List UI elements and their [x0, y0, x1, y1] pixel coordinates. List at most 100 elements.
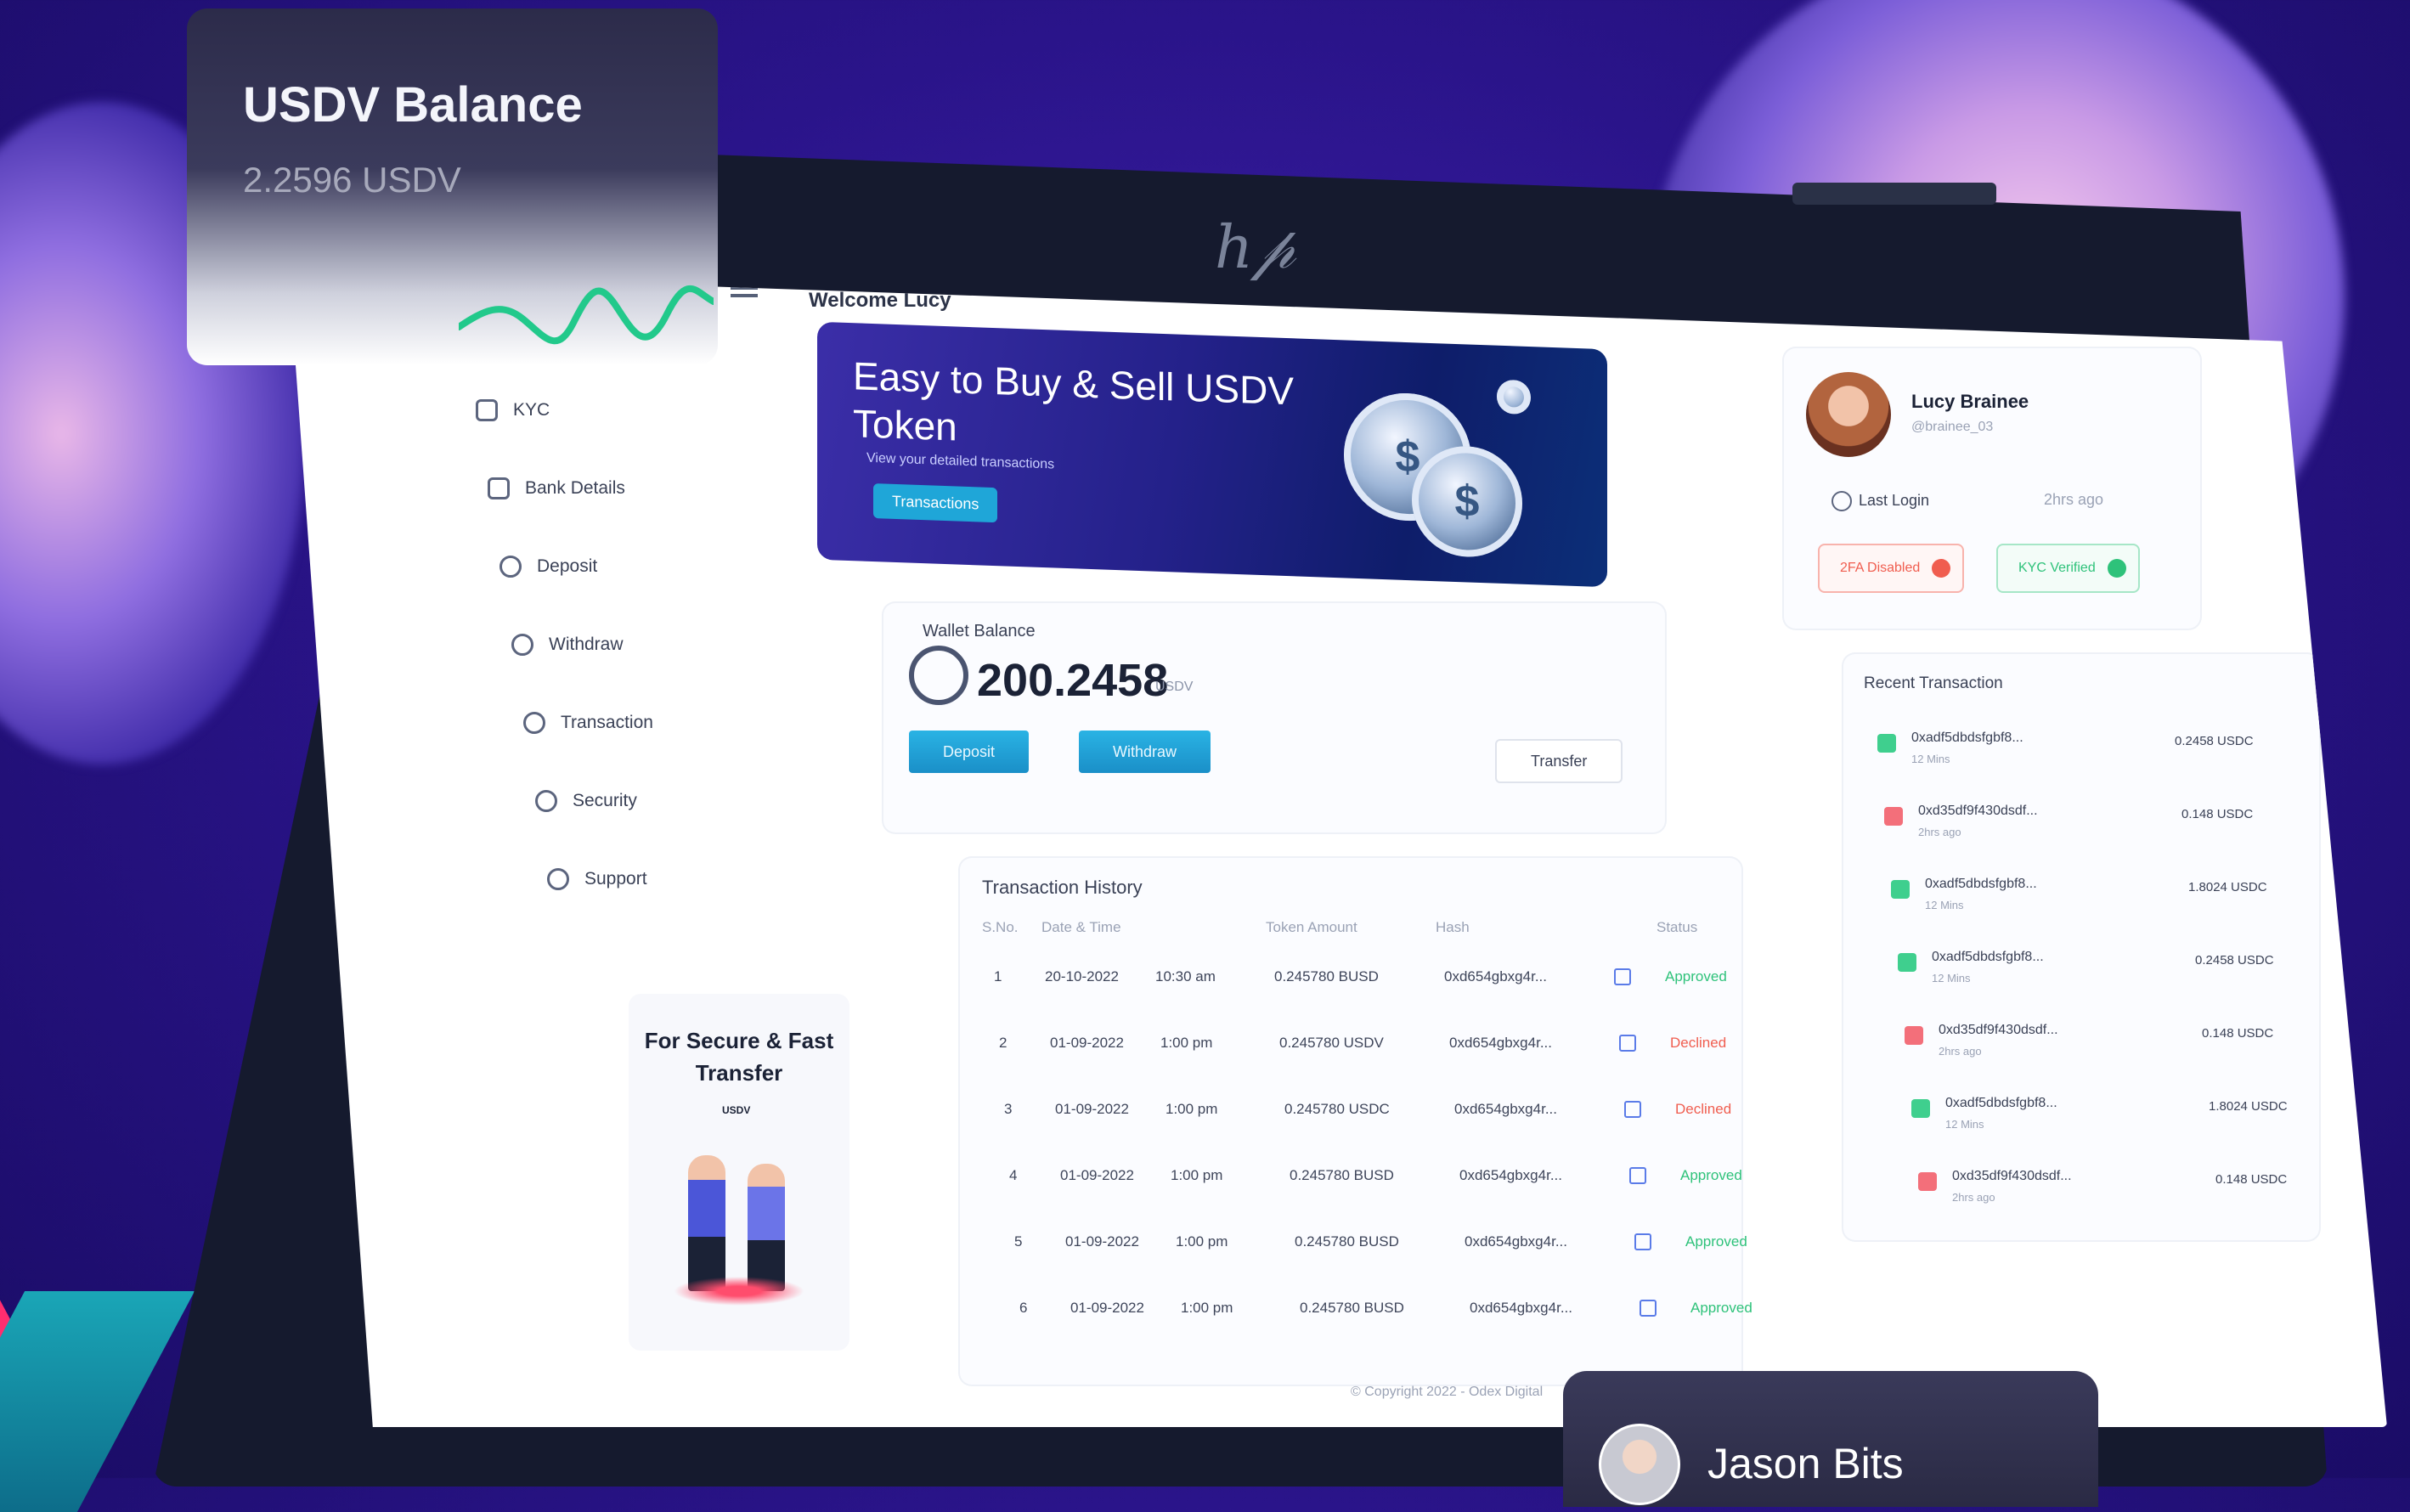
sidebar-item-support[interactable]: Support — [547, 868, 647, 890]
transfer-button[interactable]: Transfer — [1495, 739, 1623, 783]
sidebar-item-bank-details[interactable]: Bank Details — [488, 477, 625, 499]
recent-hash: 0xd35df9f430dsdf... — [1939, 1023, 2058, 1037]
transaction-icon — [523, 712, 545, 734]
user-name: Jason Bits — [1707, 1440, 1904, 1487]
recent-time: 2hrs ago — [1918, 826, 1961, 838]
2fa-status-badge[interactable]: 2FA Disabled — [1818, 544, 1965, 593]
table-cell: 01-09-2022 — [1065, 1233, 1139, 1250]
coin-icon: $ — [1412, 444, 1522, 559]
withdraw-button[interactable]: Withdraw — [1079, 731, 1211, 773]
sparkline-path — [459, 285, 714, 345]
sidebar-item-label: KYC — [513, 400, 550, 420]
recent-amount: 0.2458 USDC — [2195, 953, 2274, 968]
recent-hash: 0xadf5dbdsfgbf8... — [1925, 877, 2037, 891]
copyright-text: © Copyright 2022 - Odex Digital — [1351, 1385, 1544, 1399]
sidebar-item-label: Support — [584, 869, 647, 889]
badge-label: 2FA Disabled — [1840, 561, 1921, 575]
deposit-icon — [499, 556, 522, 578]
table-cell: 3 — [1004, 1101, 1013, 1117]
history-title: Transaction History — [982, 877, 1143, 898]
laptop-hinge — [1792, 183, 1996, 205]
table-cell: 1 — [994, 968, 1002, 984]
column-header: Date & Time — [1041, 919, 1121, 935]
arrow-down-icon — [1898, 953, 1916, 972]
sparkline-chart — [459, 285, 714, 345]
transactions-button[interactable]: Transactions — [873, 483, 998, 523]
sidebar-item-security[interactable]: Security — [535, 790, 637, 812]
table-cell: 5 — [1014, 1233, 1023, 1250]
recent-title: Recent Transaction — [1864, 674, 2003, 692]
status-badge: Approved — [1680, 1167, 1742, 1183]
avatar — [1599, 1424, 1680, 1505]
recent-time: 12 Mins — [1945, 1118, 1984, 1131]
avatar[interactable] — [1806, 372, 1891, 457]
profile-name: Lucy Brainee — [1911, 391, 2029, 412]
dashboard-screen: Welcome Lucy KYC Bank Details Deposit Wi… — [289, 272, 2387, 1427]
recent-amount: 1.8024 USDC — [2188, 880, 2267, 894]
table-cell: 1:00 pm — [1165, 1101, 1218, 1117]
table-cell: 01-09-2022 — [1050, 1035, 1124, 1051]
wallet-balance-card: Wallet Balance 200.2458 USDV Deposit Wit… — [883, 603, 1665, 832]
recent-time: 12 Mins — [1911, 753, 1950, 765]
bank-icon — [488, 477, 510, 499]
table-cell: 0.245780 USDV — [1279, 1035, 1384, 1051]
copy-icon[interactable] — [1619, 1035, 1636, 1052]
table-cell: 0xd654gbxg4r... — [1454, 1101, 1557, 1117]
coin-icon — [1497, 379, 1531, 415]
table-cell: 20-10-2022 — [1045, 968, 1119, 984]
profile-handle: @brainee_03 — [1911, 420, 1994, 434]
table-cell: 0.245780 BUSD — [1290, 1167, 1394, 1183]
person-illustration — [688, 1155, 725, 1291]
table-cell: 01-09-2022 — [1055, 1101, 1129, 1117]
table-cell: 1:00 pm — [1171, 1167, 1223, 1183]
recent-hash: 0xadf5dbdsfgbf8... — [1911, 731, 2023, 745]
last-login-label: Last Login — [1831, 491, 1929, 511]
table-cell: 0.245780 USDC — [1284, 1101, 1390, 1117]
clock-icon — [1831, 491, 1852, 511]
promo-card: For Secure & Fast Transfer USDV — [629, 994, 849, 1351]
arrow-up-icon — [1905, 1026, 1923, 1045]
promo-banner: Easy to Buy & Sell USDV Token View your … — [817, 321, 1607, 588]
badge-label: KYC Verified — [2018, 561, 2096, 575]
banner-subtitle: View your detailed transactions — [866, 450, 1055, 472]
column-header: Status — [1657, 919, 1698, 935]
column-header: S.No. — [982, 919, 1019, 935]
wallet-label: Wallet Balance — [923, 622, 1036, 640]
kyc-status-badge[interactable]: KYC Verified — [1996, 544, 2140, 593]
person-illustration — [748, 1164, 785, 1291]
column-header: Token Amount — [1266, 919, 1357, 935]
wallet-amount: 200.2458 — [977, 655, 1169, 706]
recent-hash: 0xd35df9f430dsdf... — [1918, 804, 2038, 818]
promo-badge: USDV — [722, 1104, 751, 1116]
user-card: Jason Bits — [1563, 1371, 2098, 1507]
copy-icon[interactable] — [1629, 1167, 1646, 1184]
transaction-history-card: Transaction History S.No. Date & Time To… — [960, 858, 1752, 1385]
table-cell: 10:30 am — [1155, 968, 1216, 984]
sidebar-item-deposit[interactable]: Deposit — [499, 556, 597, 578]
copy-icon[interactable] — [1640, 1300, 1657, 1317]
copy-icon[interactable] — [1614, 968, 1631, 985]
table-cell: 4 — [1009, 1167, 1018, 1183]
arrow-down-icon — [1911, 1099, 1930, 1118]
copy-icon[interactable] — [1624, 1101, 1641, 1118]
recent-time: 12 Mins — [1932, 972, 1971, 984]
deposit-button[interactable]: Deposit — [909, 731, 1030, 773]
sidebar-item-label: Bank Details — [525, 478, 625, 498]
arrow-up-icon — [1918, 1172, 1937, 1191]
sidebar-item-label: Transaction — [561, 713, 653, 732]
table-cell: 0xd654gbxg4r... — [1449, 1035, 1552, 1051]
table-cell: 0.245780 BUSD — [1300, 1300, 1404, 1316]
sidebar-item-withdraw[interactable]: Withdraw — [511, 634, 624, 656]
sidebar-item-transaction[interactable]: Transaction — [523, 712, 653, 734]
sidebar-item-label: Deposit — [537, 556, 598, 576]
sidebar-item-label: Security — [573, 791, 637, 810]
recent-time: 2hrs ago — [1952, 1191, 1995, 1204]
profile-card: Lucy Brainee @brainee_03 Last Login 2hrs… — [1784, 348, 2200, 629]
document-icon — [476, 399, 498, 421]
copy-icon[interactable] — [1634, 1233, 1651, 1250]
sidebar-item-kyc[interactable]: KYC — [476, 399, 550, 421]
table-cell: 0xd654gbxg4r... — [1470, 1300, 1572, 1316]
recent-time: 2hrs ago — [1939, 1045, 1982, 1058]
table-cell: 1:00 pm — [1176, 1233, 1228, 1250]
recent-hash: 0xd35df9f430dsdf... — [1952, 1169, 2072, 1183]
